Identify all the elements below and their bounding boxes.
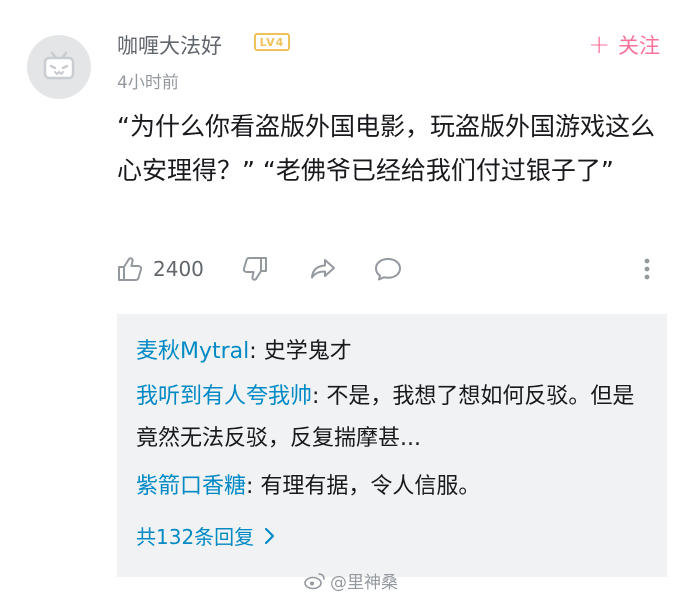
reply-item[interactable]: 麦秋Mytral: 史学鬼才 (136, 331, 636, 373)
reply-text: 有理有据，令人信服。 (260, 474, 481, 499)
view-all-replies-label: 共132条回复 (136, 525, 255, 549)
reply-button[interactable] (372, 254, 404, 284)
reply-separator: : (246, 474, 261, 499)
thumbs-down-icon (242, 257, 267, 281)
dislike-button[interactable] (240, 254, 270, 284)
weibo-watermark: @里神桑 (304, 568, 398, 593)
thumbs-up-icon (118, 257, 143, 281)
comment-username[interactable]: 咖喱大法好 (117, 30, 222, 60)
reply-nick[interactable]: 紫箭口香糖 (136, 474, 246, 499)
reply-preview-box: 麦秋Mytral: 史学鬼才 我听到有人夸我帅: 不是，我想了想如何反驳。但是竟… (117, 314, 667, 577)
reply-separator: : (249, 339, 264, 364)
plus-icon: + (588, 30, 610, 60)
avatar[interactable] (27, 35, 91, 99)
like-button[interactable]: 2400 (115, 254, 204, 284)
comment-text: “为什么你看盗版外国电影，玩盗版外国游戏这么心安理得？” “老佛爷已经给我们付过… (117, 112, 655, 185)
more-options-button[interactable] (637, 254, 657, 284)
weibo-logo-icon (304, 572, 325, 589)
comment-bubble-icon (375, 258, 401, 281)
follow-button[interactable]: + 关注 (588, 30, 660, 60)
default-avatar-icon (43, 51, 75, 80)
chevron-right-icon (265, 527, 275, 544)
view-all-replies-link[interactable]: 共132条回复 (136, 521, 276, 550)
comment-time: 4小时前 (117, 73, 179, 93)
reply-nick[interactable]: 麦秋Mytral (136, 339, 249, 364)
watermark-text: @里神桑 (330, 573, 398, 593)
share-button[interactable] (307, 254, 339, 284)
reply-item[interactable]: 紫箭口香糖: 有理有据，令人信服。 (136, 466, 636, 508)
reply-nick[interactable]: 我听到有人夸我帅 (136, 384, 312, 409)
more-vertical-icon (644, 258, 650, 280)
reply-separator: : (312, 384, 327, 409)
comment-actions: 2400 (115, 254, 665, 288)
reply-item[interactable]: 我听到有人夸我帅: 不是，我想了想如何反驳。但是竟然无法反驳，反复揣摩甚... (136, 376, 636, 460)
reply-text: 史学鬼才 (263, 339, 352, 364)
level-badge: LV4 (254, 33, 290, 51)
follow-label: 关注 (618, 34, 660, 58)
like-count: 2400 (153, 257, 204, 281)
share-icon (311, 259, 335, 279)
